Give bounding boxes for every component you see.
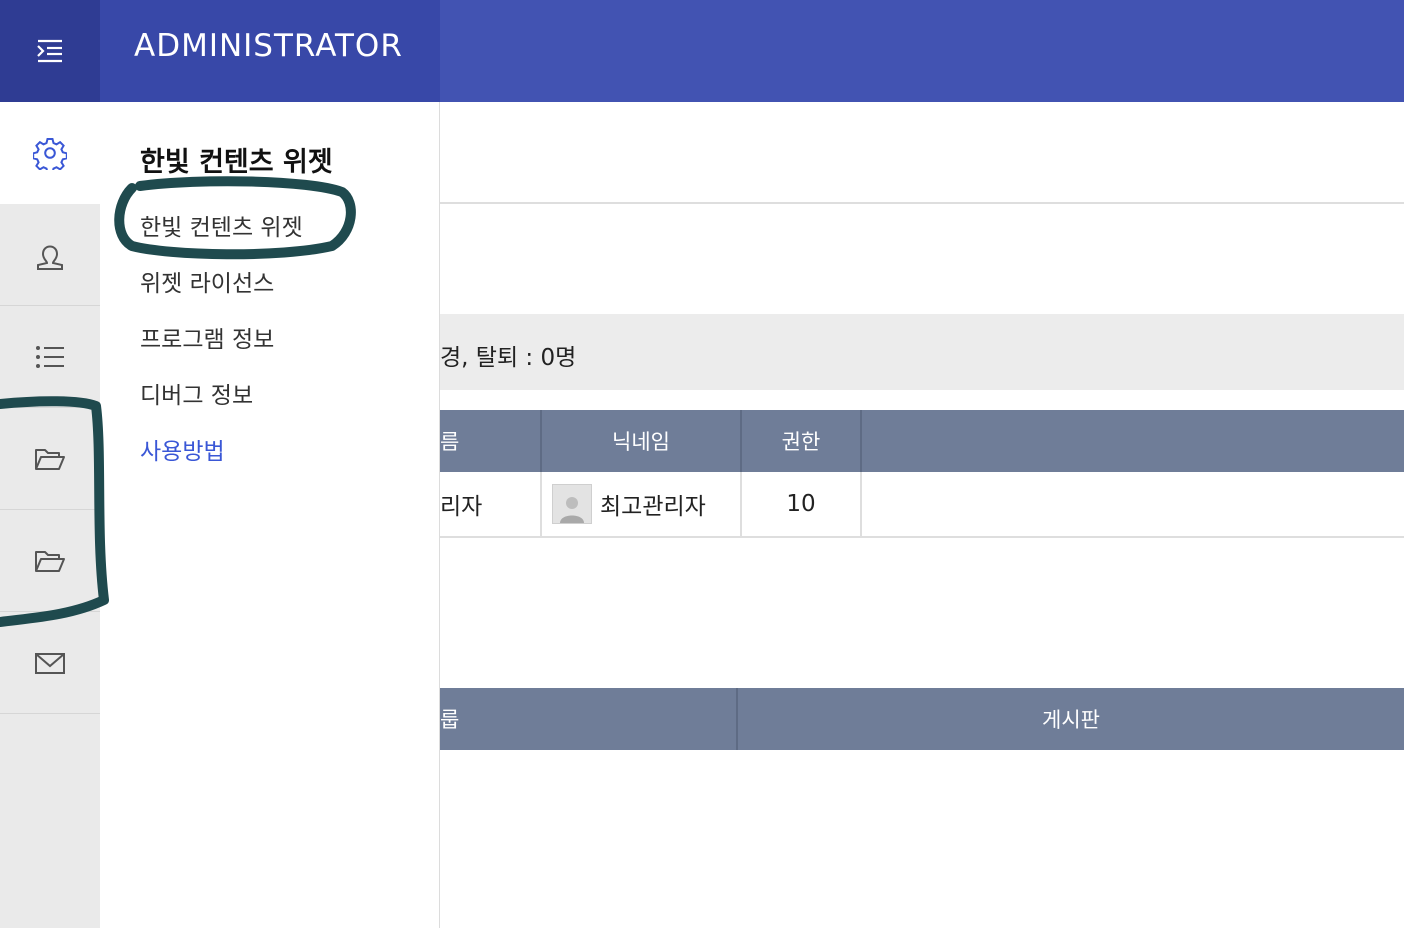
brand-title: ADMINISTRATOR xyxy=(134,28,403,64)
boards-table: 룹 게시판 xyxy=(440,688,1404,750)
submenu-item-debug-info[interactable]: 디버그 정보 xyxy=(140,376,253,410)
col-group-header: 룹 xyxy=(440,688,738,750)
table-header-row: 룹 게시판 xyxy=(440,688,1404,750)
table-row[interactable]: 리자 최고관리자 10 xyxy=(440,472,1404,538)
rail-item-folder-1[interactable] xyxy=(0,408,100,510)
main-content: 경, 탈퇴 : 0명 름 닉네임 권한 리자 최고관리자 10 룹 게시판 xyxy=(440,102,1404,928)
rail-item-list[interactable] xyxy=(0,306,100,408)
mail-icon xyxy=(35,652,65,674)
folder-icon xyxy=(35,550,65,572)
menu-toggle-button[interactable] xyxy=(0,0,100,102)
submenu-item-usage[interactable]: 사용방법 xyxy=(140,432,225,466)
user-extra-cell xyxy=(862,472,1404,536)
col-nickname-header: 닉네임 xyxy=(542,410,742,472)
folder-icon xyxy=(35,448,65,470)
users-table: 름 닉네임 권한 리자 최고관리자 10 xyxy=(440,410,1404,538)
member-stats-text: 경, 탈퇴 : 0명 xyxy=(440,345,577,371)
rail-item-mail[interactable] xyxy=(0,612,100,714)
user-nickname-cell[interactable]: 최고관리자 xyxy=(542,472,742,536)
submenu-item-widget[interactable]: 한빛 컨텐츠 위젯 xyxy=(140,208,303,242)
col-extra-header xyxy=(862,410,1404,472)
gear-icon xyxy=(33,138,67,170)
top-bar: ADMINISTRATOR xyxy=(0,0,1404,102)
member-stats-band: 경, 탈퇴 : 0명 xyxy=(440,314,1404,390)
user-level-cell: 10 xyxy=(742,472,862,536)
brand-area: ADMINISTRATOR xyxy=(100,0,440,102)
divider xyxy=(440,202,1404,204)
submenu-item-license[interactable]: 위젯 라이선스 xyxy=(140,264,274,298)
admin-page: ADMINISTRATOR 경, 탈퇴: 0명 름 닉네임 권한 리자 최고관… xyxy=(0,0,1404,928)
submenu-item-program-info[interactable]: 프로그램 정보 xyxy=(140,320,274,354)
col-name-header: 름 xyxy=(440,410,542,472)
col-board-header: 게시판 xyxy=(1042,708,1100,732)
user-nickname-text: 최고관리자 xyxy=(600,494,706,520)
avatar-icon xyxy=(560,497,584,523)
icon-rail xyxy=(0,102,100,928)
table-header-row: 름 닉네임 권한 xyxy=(440,410,1404,472)
rail-item-folder-2[interactable] xyxy=(0,510,100,612)
settings-submenu: 한빛 컨텐츠 위젯 한빛 컨텐츠 위젯 위젯 라이선스 프로그램 정보 디버그 … xyxy=(100,102,440,928)
rail-item-settings[interactable] xyxy=(0,102,100,204)
user-name-cell: 리자 xyxy=(440,472,542,536)
menu-toggle-icon xyxy=(37,39,62,63)
user-icon xyxy=(37,245,63,270)
list-icon xyxy=(36,345,64,368)
submenu-title: 한빛 컨텐츠 위젯 xyxy=(140,147,333,178)
rail-item-members[interactable] xyxy=(0,204,100,306)
avatar xyxy=(552,484,592,524)
col-level-header: 권한 xyxy=(742,410,862,472)
